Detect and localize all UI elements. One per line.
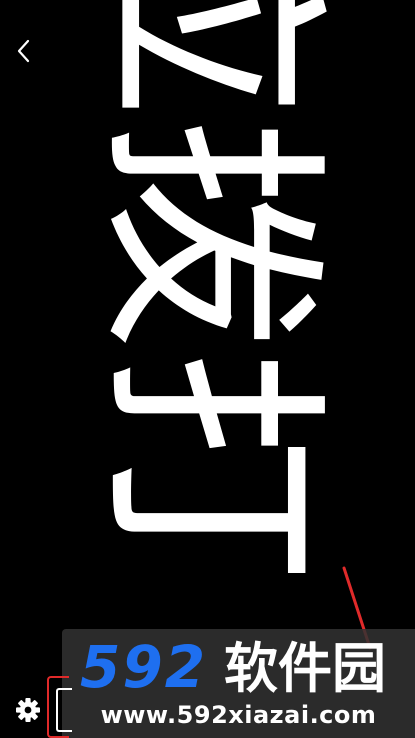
marquee-text: 应拨打 xyxy=(80,0,340,582)
watermark-overlay: 592 软件园 www.592xiazai.com xyxy=(62,629,415,738)
settings-button[interactable] xyxy=(14,696,42,724)
bottom-toolbar-toggle[interactable] xyxy=(56,688,72,732)
watermark-logo-digits: 592 xyxy=(80,637,207,697)
back-chevron-icon xyxy=(17,39,30,63)
back-button[interactable] xyxy=(12,34,38,68)
watermark-logo-text: 软件园 xyxy=(224,637,386,697)
gear-icon xyxy=(16,698,40,722)
watermark-logo: 592 软件园 xyxy=(80,637,386,697)
vertical-marquee-text: 应拨打 xyxy=(80,0,340,738)
marquee-screen: 应拨打 592 软件园 www.592xiazai.com xyxy=(0,0,415,738)
watermark-url: www.592xiazai.com xyxy=(100,701,377,729)
